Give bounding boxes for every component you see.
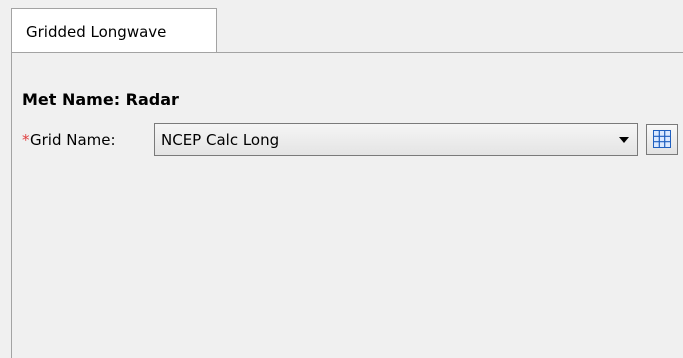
tab-gridded-longwave[interactable]: Gridded Longwave	[11, 8, 217, 53]
tab-label: Gridded Longwave	[26, 23, 167, 41]
chevron-down-icon[interactable]	[619, 137, 629, 143]
met-name-title: Met Name: Radar	[22, 90, 179, 109]
grid-name-selected-value: NCEP Calc Long	[161, 131, 280, 149]
grid-name-dropdown[interactable]: NCEP Calc Long	[154, 123, 638, 156]
required-marker: *	[22, 131, 30, 149]
grid-table-icon	[653, 130, 671, 148]
grid-name-label: Grid Name:	[30, 131, 116, 149]
editor-window: Gridded Longwave Met Name: Radar * Grid …	[0, 0, 683, 358]
grid-browse-button[interactable]	[646, 124, 678, 155]
tab-panel: Met Name: Radar * Grid Name: NCEP Calc L…	[11, 52, 683, 358]
tab-strip: Gridded Longwave	[0, 0, 683, 53]
